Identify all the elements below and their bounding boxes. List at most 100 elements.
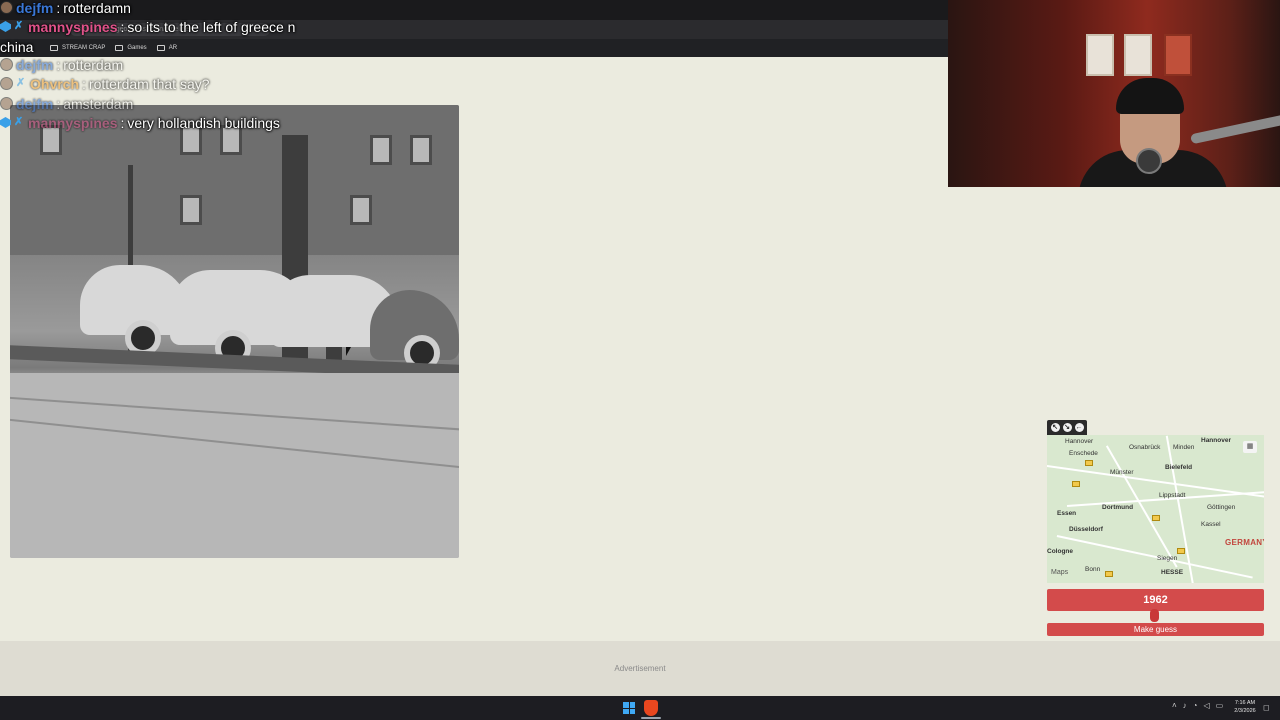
- chat-separator: :: [56, 56, 61, 73]
- map-country-label: GERMANY: [1225, 538, 1264, 547]
- photo-window: [410, 135, 432, 165]
- highway-marker: [1177, 548, 1185, 554]
- chat-message-continuation: china: [0, 37, 33, 56]
- chat-username: dejfm: [16, 95, 54, 112]
- system-clock[interactable]: 7:16 AM 2/3/2026: [1230, 699, 1260, 715]
- user-avatar: [0, 58, 13, 71]
- system-tray: ˄ ♪ ◔ ◁ ▭: [1172, 701, 1223, 710]
- clock-date: 2/3/2026: [1234, 708, 1256, 714]
- chat-message: ✗ mannyspines: so its to the left of gre…: [0, 17, 295, 36]
- wifi-icon[interactable]: ◔: [1193, 701, 1198, 710]
- chat-username: mannyspines: [28, 18, 118, 35]
- advertisement-banner: Advertisement: [0, 641, 1280, 696]
- brave-browser-icon[interactable]: [644, 700, 658, 716]
- bookmark-ar[interactable]: AR: [156, 45, 178, 51]
- photo-window: [180, 195, 202, 225]
- battery-icon[interactable]: ▭: [1216, 701, 1224, 710]
- chat-message: dejfm: rotterdam: [0, 55, 123, 74]
- map-city: Osnabrück: [1129, 444, 1161, 451]
- photo-window: [350, 195, 372, 225]
- bookmark-games[interactable]: Games: [115, 45, 147, 51]
- map-layers-icon[interactable]: ▦: [1243, 441, 1257, 453]
- chevron-up-icon[interactable]: ˄: [1172, 701, 1177, 710]
- round-photo[interactable]: [10, 105, 459, 558]
- user-avatar: [0, 1, 13, 14]
- clock-time: 7:16 AM: [1234, 700, 1256, 706]
- map-city: Hannover: [1201, 437, 1231, 444]
- chat-text: rotterdam: [63, 56, 124, 73]
- chat-separator: :: [120, 18, 125, 35]
- map-city: Bonn: [1085, 566, 1101, 573]
- mouse-cursor: [346, 347, 351, 356]
- user-avatar: [0, 77, 13, 90]
- bookmarks-bar: STREAM CRAP Games AR: [0, 39, 948, 57]
- make-guess-button[interactable]: Make guess: [1047, 623, 1264, 636]
- map-city: Düsseldorf: [1069, 526, 1103, 533]
- volume-icon[interactable]: ◁: [1204, 701, 1210, 710]
- chat-separator: :: [82, 75, 86, 92]
- year-display: 1962: [1047, 589, 1264, 611]
- chat-separator: :: [56, 95, 61, 112]
- mic-icon[interactable]: ♪: [1183, 701, 1187, 710]
- user-avatar: [0, 97, 13, 110]
- bookmark-label: Games: [127, 45, 147, 51]
- notification-icon[interactable]: ◻: [1263, 703, 1270, 712]
- chat-message: dejfm: amsterdam: [0, 94, 133, 113]
- highway-marker: [1085, 460, 1093, 466]
- bookmark-stream-crap[interactable]: STREAM CRAP: [50, 45, 105, 51]
- map-city: Enschede: [1069, 450, 1098, 457]
- chat-username: Ohvrch: [30, 75, 80, 92]
- chat-username: mannyspines: [28, 114, 118, 131]
- chat-message: ✗ mannyspines: very hollandish buildings: [0, 113, 280, 132]
- os-taskbar: ˄ ♪ ◔ ◁ ▭ 7:16 AM 2/3/2026 ◻: [0, 696, 1280, 720]
- chat-text: amsterdam: [63, 95, 134, 112]
- cube-badge-icon: [0, 21, 11, 32]
- windows-start-icon[interactable]: [623, 702, 635, 714]
- folder-icon: [156, 45, 165, 51]
- webcam-feed: [948, 0, 1280, 187]
- chat-text: china: [0, 38, 34, 55]
- highway-marker: [1105, 571, 1113, 577]
- map-city: Göttingen: [1207, 504, 1236, 511]
- shrink-icon[interactable]: ↘: [1062, 423, 1072, 432]
- folder-icon: [115, 45, 124, 51]
- wall-frame: [1164, 34, 1192, 76]
- chat-username: dejfm: [16, 0, 54, 16]
- photo-road: [10, 373, 459, 558]
- chat-text: rotterdam that say?: [88, 75, 210, 92]
- sword-badge-icon: ✗: [14, 116, 24, 128]
- sword-badge-icon: ✗: [16, 77, 26, 89]
- folder-icon: [50, 45, 58, 51]
- chat-text: so its to the left of greece n: [127, 18, 296, 35]
- mic-arm: [1190, 113, 1280, 145]
- chat-text: rotterdamn: [63, 0, 131, 16]
- wall-frame: [1124, 34, 1152, 76]
- microphone: [1136, 148, 1162, 174]
- pin-icon[interactable]: ←: [1074, 423, 1084, 432]
- highway-marker: [1072, 481, 1080, 487]
- chat-separator: :: [56, 0, 61, 16]
- active-app-indicator: [641, 717, 661, 719]
- sword-badge-icon: ✗: [14, 20, 24, 32]
- expand-icon[interactable]: ↖: [1050, 423, 1060, 432]
- wall-frame: [1086, 34, 1114, 76]
- guess-map[interactable]: Hannover Hannover Osnabrück Minden Ensch…: [1047, 435, 1264, 583]
- map-city: Hannover: [1065, 438, 1094, 445]
- streamer-beanie: [1116, 78, 1184, 114]
- map-city: Siegen: [1157, 555, 1178, 562]
- highway-marker: [1152, 515, 1160, 521]
- chat-separator: :: [120, 114, 125, 131]
- map-toolbar: ↖ ↘ ←: [1047, 420, 1087, 435]
- chat-text: very hollandish buildings: [127, 114, 280, 131]
- cube-badge-icon: [0, 117, 11, 128]
- bookmark-label: AR: [168, 45, 178, 51]
- year-slider-thumb[interactable]: [1150, 609, 1159, 622]
- map-city: Dortmund: [1102, 504, 1134, 511]
- map-city: Kassel: [1201, 521, 1221, 528]
- photo-window: [370, 135, 392, 165]
- chat-message: dejfm: rotterdamn: [0, 0, 131, 17]
- map-city: Essen: [1057, 510, 1077, 517]
- map-city: Cologne: [1047, 548, 1073, 555]
- map-city: Münster: [1110, 469, 1134, 476]
- map-city: Minden: [1173, 444, 1195, 451]
